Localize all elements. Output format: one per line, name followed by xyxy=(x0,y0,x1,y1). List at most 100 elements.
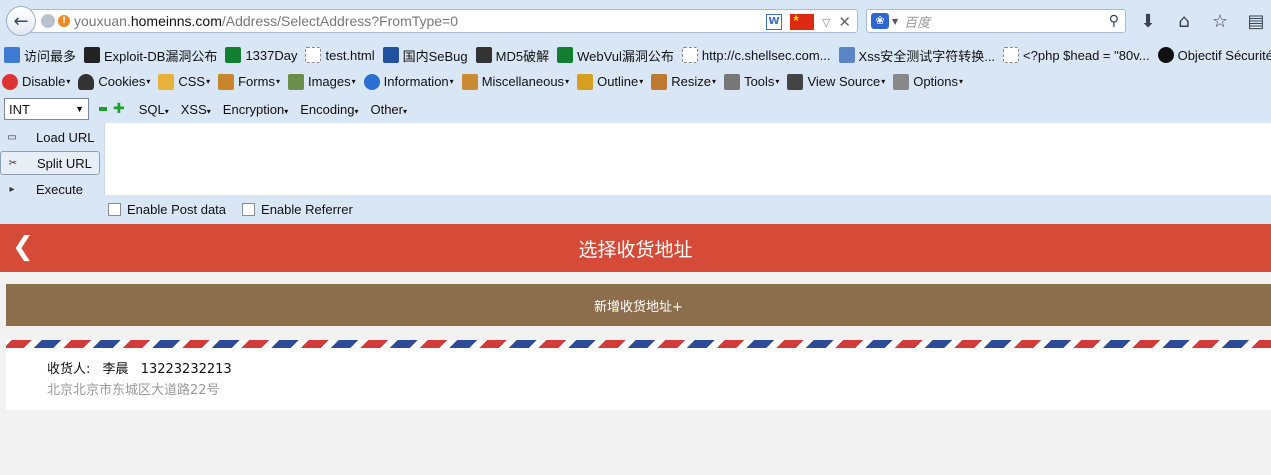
toolbar-menu-css[interactable]: CSS ▾ xyxy=(158,73,211,90)
bookmark-item[interactable]: Xss安全测试字符转换... xyxy=(838,46,996,65)
split-url-button[interactable]: ✂ Split URL xyxy=(0,151,100,175)
word-icon[interactable]: W xyxy=(765,14,782,30)
bookmarks-bar: 访问最多 Exploit-DB漏洞公布 1337Day test.html 国内SeBu… xyxy=(0,42,1271,68)
toolbar-menu-label: Disable xyxy=(22,74,66,89)
minus-icon[interactable] xyxy=(99,107,107,111)
url-text[interactable]: youxuan.homeinns.com/Address/SelectAddre… xyxy=(74,13,458,29)
enable-referrer-checkbox[interactable]: Enable Referrer xyxy=(242,202,353,217)
url-bar[interactable]: ! youxuan.homeinns.com/Address/SelectAdd… xyxy=(26,9,858,33)
bookmark-item[interactable]: <?php $head = "80v... xyxy=(1003,47,1150,63)
forms-icon xyxy=(218,73,235,90)
address-detail: 北京北京市东城区大道路22号 xyxy=(47,383,220,398)
close-icon[interactable]: ✕ xyxy=(838,13,851,31)
load-url-button[interactable]: ▭ Load URL xyxy=(0,125,104,149)
bookmark-item[interactable]: MD5破解 xyxy=(475,46,549,65)
chevron-down-icon: ▾ xyxy=(66,77,71,86)
page-header: ❮ 选择收货地址 xyxy=(0,224,1271,272)
information-icon xyxy=(363,73,380,90)
toolbar-menu-cookies[interactable]: Cookies ▾ xyxy=(78,73,150,90)
chevron-down-icon: ▾ xyxy=(959,77,964,86)
download-icon[interactable]: ⬇ xyxy=(1137,11,1159,32)
plus-icon[interactable]: ✚ xyxy=(113,102,125,116)
bookmark-item[interactable]: WebVul漏洞公布 xyxy=(557,46,674,65)
int-select[interactable]: INT ▼ xyxy=(4,98,89,120)
bookmark-item[interactable]: http://c.shellsec.com... xyxy=(681,47,831,63)
bookmark-item[interactable]: 访问最多 xyxy=(4,46,76,65)
web-developer-toolbar: Disable ▾ Cookies ▾ CSS ▾ Forms ▾ Images ▾ Informa… xyxy=(0,68,1271,95)
bookmark-item[interactable]: Exploit-DB漏洞公布 xyxy=(84,46,217,65)
reading-list-icon[interactable]: ▤ xyxy=(1245,11,1267,32)
hackbar-menu-other[interactable]: Other▾ xyxy=(370,102,407,117)
bookmark-item[interactable]: test.html xyxy=(305,47,375,63)
enable-post-data-checkbox[interactable]: Enable Post data xyxy=(108,202,226,217)
toolbar-menu-label: View Source xyxy=(807,74,881,89)
add-address-button[interactable]: 新增收货地址+ xyxy=(6,284,1271,326)
toolbar-menu-label: Options xyxy=(913,74,959,89)
toolbar-menu-label: Miscellaneous xyxy=(481,74,565,89)
chevron-left-icon[interactable]: ❮ xyxy=(12,234,34,260)
chevron-down-icon: ▾ xyxy=(206,77,211,86)
bookmark-label: test.html xyxy=(325,47,375,63)
execute-button[interactable]: ▸ Execute xyxy=(0,177,104,201)
chevron-down-icon: ▾ xyxy=(775,77,780,86)
toolbar-menu-tools[interactable]: Tools ▾ xyxy=(724,73,780,90)
toolbar-menu-images[interactable]: Images ▾ xyxy=(287,73,356,90)
hackbar-menu-label: SQL xyxy=(138,101,165,117)
toolbar-menu-label: Forms xyxy=(238,74,275,89)
star-icon[interactable]: ☆ xyxy=(1209,11,1231,32)
toolbar-menu-miscellaneous[interactable]: Miscellaneous ▾ xyxy=(461,73,570,90)
bookmark-item[interactable]: 国内SeBug xyxy=(382,46,468,65)
toolbar-menu-forms[interactable]: Forms ▾ xyxy=(218,73,280,90)
bookmark-label: WebVul漏洞公布 xyxy=(577,48,674,64)
checkbox-icon[interactable] xyxy=(242,203,256,216)
webvul-icon xyxy=(557,47,574,63)
bookmark-label: Objectif Sécurité - A... xyxy=(1177,47,1271,63)
search-engine-dropdown-icon[interactable]: ▼ xyxy=(892,17,898,26)
toolbar-menu-information[interactable]: Information ▾ xyxy=(363,73,454,90)
toolbar-menu-resize[interactable]: Resize ▾ xyxy=(651,73,717,90)
chevron-down-icon: ▾ xyxy=(565,77,570,86)
exploitdb-icon xyxy=(84,47,101,63)
bookmark-label: 访问最多 xyxy=(24,48,77,64)
baidu-paw-icon[interactable]: ❀ xyxy=(871,13,889,29)
chevron-down-icon: ▾ xyxy=(164,106,169,116)
bookmark-label: Exploit-DB漏洞公布 xyxy=(104,48,218,64)
hackbar-menu-label: Other xyxy=(370,101,403,117)
china-flag-icon[interactable]: ★ xyxy=(789,14,814,30)
hackbar-menu-sql[interactable]: SQL▾ xyxy=(139,102,169,117)
address-card[interactable]: 收货人: 李晨 13223232213 北京北京市东城区大道路22号 xyxy=(6,340,1271,410)
bookmark-label: Xss安全测试字符转换... xyxy=(858,48,996,64)
hackbar-menu-encryption[interactable]: Encryption▾ xyxy=(223,102,288,117)
toolbar-menu-label: Outline xyxy=(597,74,639,89)
search-input[interactable]: 百度 xyxy=(904,12,1109,31)
bookmark-item[interactable]: Objectif Sécurité - A... xyxy=(1157,47,1271,63)
chevron-down-icon: ▾ xyxy=(206,106,211,116)
options-icon xyxy=(893,73,910,90)
hackbar-options: Enable Post data Enable Referrer xyxy=(0,195,1271,224)
search-bar[interactable]: ❀ ▼ 百度 ⚲ xyxy=(866,9,1126,33)
recipient-phone: 13223232213 xyxy=(140,362,232,377)
hackbar-menu-xss[interactable]: XSS▾ xyxy=(181,102,211,117)
chevron-down-icon: ▾ xyxy=(712,77,717,86)
toolbar-menu-label: Images xyxy=(307,74,351,89)
toolbar-menu-disable[interactable]: Disable ▾ xyxy=(2,73,71,90)
warning-icon: ! xyxy=(58,15,70,27)
bookmark-label: <?php $head = "80v... xyxy=(1023,47,1150,63)
hackbar-menu-encoding[interactable]: Encoding▾ xyxy=(300,102,358,117)
resize-icon xyxy=(651,73,668,90)
checkbox-icon[interactable] xyxy=(108,203,121,216)
toolbar-menu-view-source[interactable]: View Source ▾ xyxy=(787,73,885,90)
home-icon[interactable]: ⌂ xyxy=(1173,11,1195,32)
outline-icon xyxy=(577,73,594,90)
toolbar-menu-outline[interactable]: Outline ▾ xyxy=(577,73,643,90)
back-icon[interactable]: ← xyxy=(6,6,36,36)
recipient-line: 收货人: 李晨 13223232213 xyxy=(47,358,1271,377)
sebug-icon xyxy=(382,47,399,63)
bookmark-item[interactable]: 1337Day xyxy=(225,47,297,63)
dropdown-icon[interactable]: ▽ xyxy=(822,16,830,29)
search-icon[interactable]: ⚲ xyxy=(1109,13,1119,29)
toolbar-menu-options[interactable]: Options ▾ xyxy=(893,73,964,90)
md5-icon xyxy=(475,47,492,63)
chevron-down-icon: ▾ xyxy=(354,106,359,116)
hackbar-url-textarea[interactable] xyxy=(104,123,1271,195)
